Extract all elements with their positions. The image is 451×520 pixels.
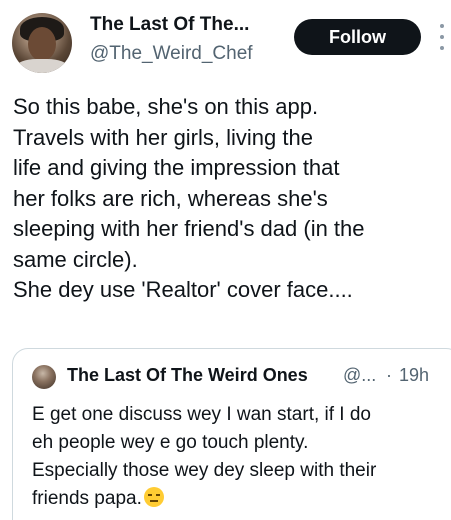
quote-line: Especially those wey dey sleep with thei… bbox=[32, 460, 377, 481]
expressionless-face-emoji bbox=[143, 487, 164, 507]
quoted-author-handle[interactable]: @... bbox=[343, 365, 376, 386]
author-avatar[interactable] bbox=[12, 13, 72, 73]
dot bbox=[440, 35, 444, 39]
tweet-header: The Last Of The... @The_Weird_Chef Follo… bbox=[0, 0, 451, 80]
dot bbox=[440, 24, 444, 28]
avatar-shirt bbox=[16, 59, 68, 73]
tweet-text: So this babe, she's on this app. Travels… bbox=[13, 92, 443, 306]
quoted-author-name[interactable]: The Last Of The Weird Ones bbox=[67, 365, 308, 386]
tweet-line: her folks are rich, whereas she's bbox=[13, 185, 328, 211]
tweet-line: life and giving the impression that bbox=[13, 155, 340, 180]
follow-button[interactable]: Follow bbox=[294, 19, 421, 55]
quoted-tweet-card[interactable]: The Last Of The Weird Ones @... · 19h E … bbox=[12, 348, 451, 520]
quote-line: E get one discuss wey I wan start, if I … bbox=[32, 404, 371, 425]
quote-line-last: friends papa. bbox=[32, 485, 451, 513]
tweet-line: She dey use 'Realtor' cover face.... bbox=[13, 277, 353, 302]
tweet-line: same circle). bbox=[13, 246, 138, 272]
author-display-name[interactable]: The Last Of The... bbox=[90, 14, 249, 36]
quote-line: eh people wey e go touch plenty. bbox=[32, 432, 309, 453]
emoji-mouth bbox=[149, 500, 158, 502]
author-handle[interactable]: @The_Weird_Chef bbox=[90, 43, 253, 65]
tweet-line: So this babe, she's on this app. bbox=[13, 94, 319, 119]
quoted-tweet-time[interactable]: 19h bbox=[399, 365, 429, 386]
dot bbox=[440, 46, 444, 50]
tweet-line: sleeping with her friend's dad (in the bbox=[13, 216, 365, 241]
more-vertical-icon[interactable] bbox=[437, 24, 447, 50]
separator-dot: · bbox=[386, 365, 392, 385]
avatar-face bbox=[28, 27, 56, 61]
tweet-line: Travels with her girls, living the bbox=[13, 124, 313, 150]
quoted-author-avatar[interactable] bbox=[32, 365, 56, 389]
quote-line: friends papa. bbox=[32, 488, 142, 509]
quoted-tweet-text: E get one discuss wey I wan start, if I … bbox=[32, 401, 451, 513]
